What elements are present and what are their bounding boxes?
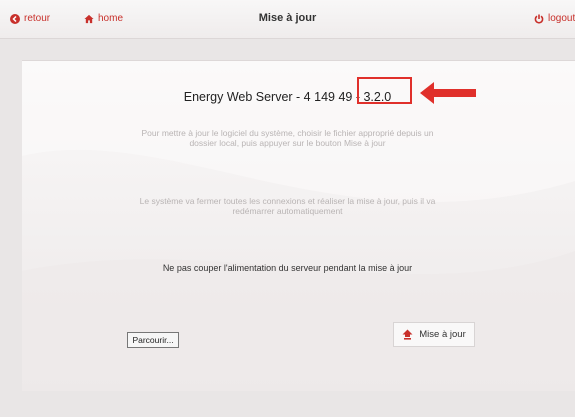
restart-notice: Le système va fermer toutes les connexio… bbox=[0, 196, 575, 216]
update-button-label: Mise à jour bbox=[419, 329, 466, 340]
top-bar: retour home Mise à jour logout bbox=[0, 0, 575, 39]
background-swoosh bbox=[22, 61, 575, 391]
red-arrow-annotation bbox=[420, 82, 476, 104]
power-warning: Ne pas couper l'alimentation du serveur … bbox=[162, 263, 413, 273]
power-icon bbox=[534, 14, 544, 24]
update-instructions-line-2: dossier local, puis appuyer sur le bouto… bbox=[189, 138, 386, 148]
update-button[interactable]: Mise à jour bbox=[393, 322, 475, 347]
logout-link[interactable]: logout bbox=[534, 13, 575, 24]
restart-notice-line-2: redémarrer automatiquement bbox=[232, 206, 343, 216]
update-instructions: Pour mettre à jour le logiciel du systèm… bbox=[0, 128, 575, 148]
logout-label: logout bbox=[548, 13, 575, 24]
content-panel bbox=[22, 60, 575, 391]
version-highlight-box bbox=[357, 77, 412, 104]
server-version-label: Energy Web Server - 4 149 49 - 3.2.0 bbox=[183, 90, 392, 104]
update-instructions-line-1: Pour mettre à jour le logiciel du systèm… bbox=[141, 128, 434, 138]
restart-notice-line-1: Le système va fermer toutes les connexio… bbox=[139, 196, 436, 206]
page-title: Mise à jour bbox=[258, 12, 317, 24]
upload-icon bbox=[402, 329, 413, 340]
browse-button[interactable]: Parcourir... bbox=[127, 332, 179, 348]
